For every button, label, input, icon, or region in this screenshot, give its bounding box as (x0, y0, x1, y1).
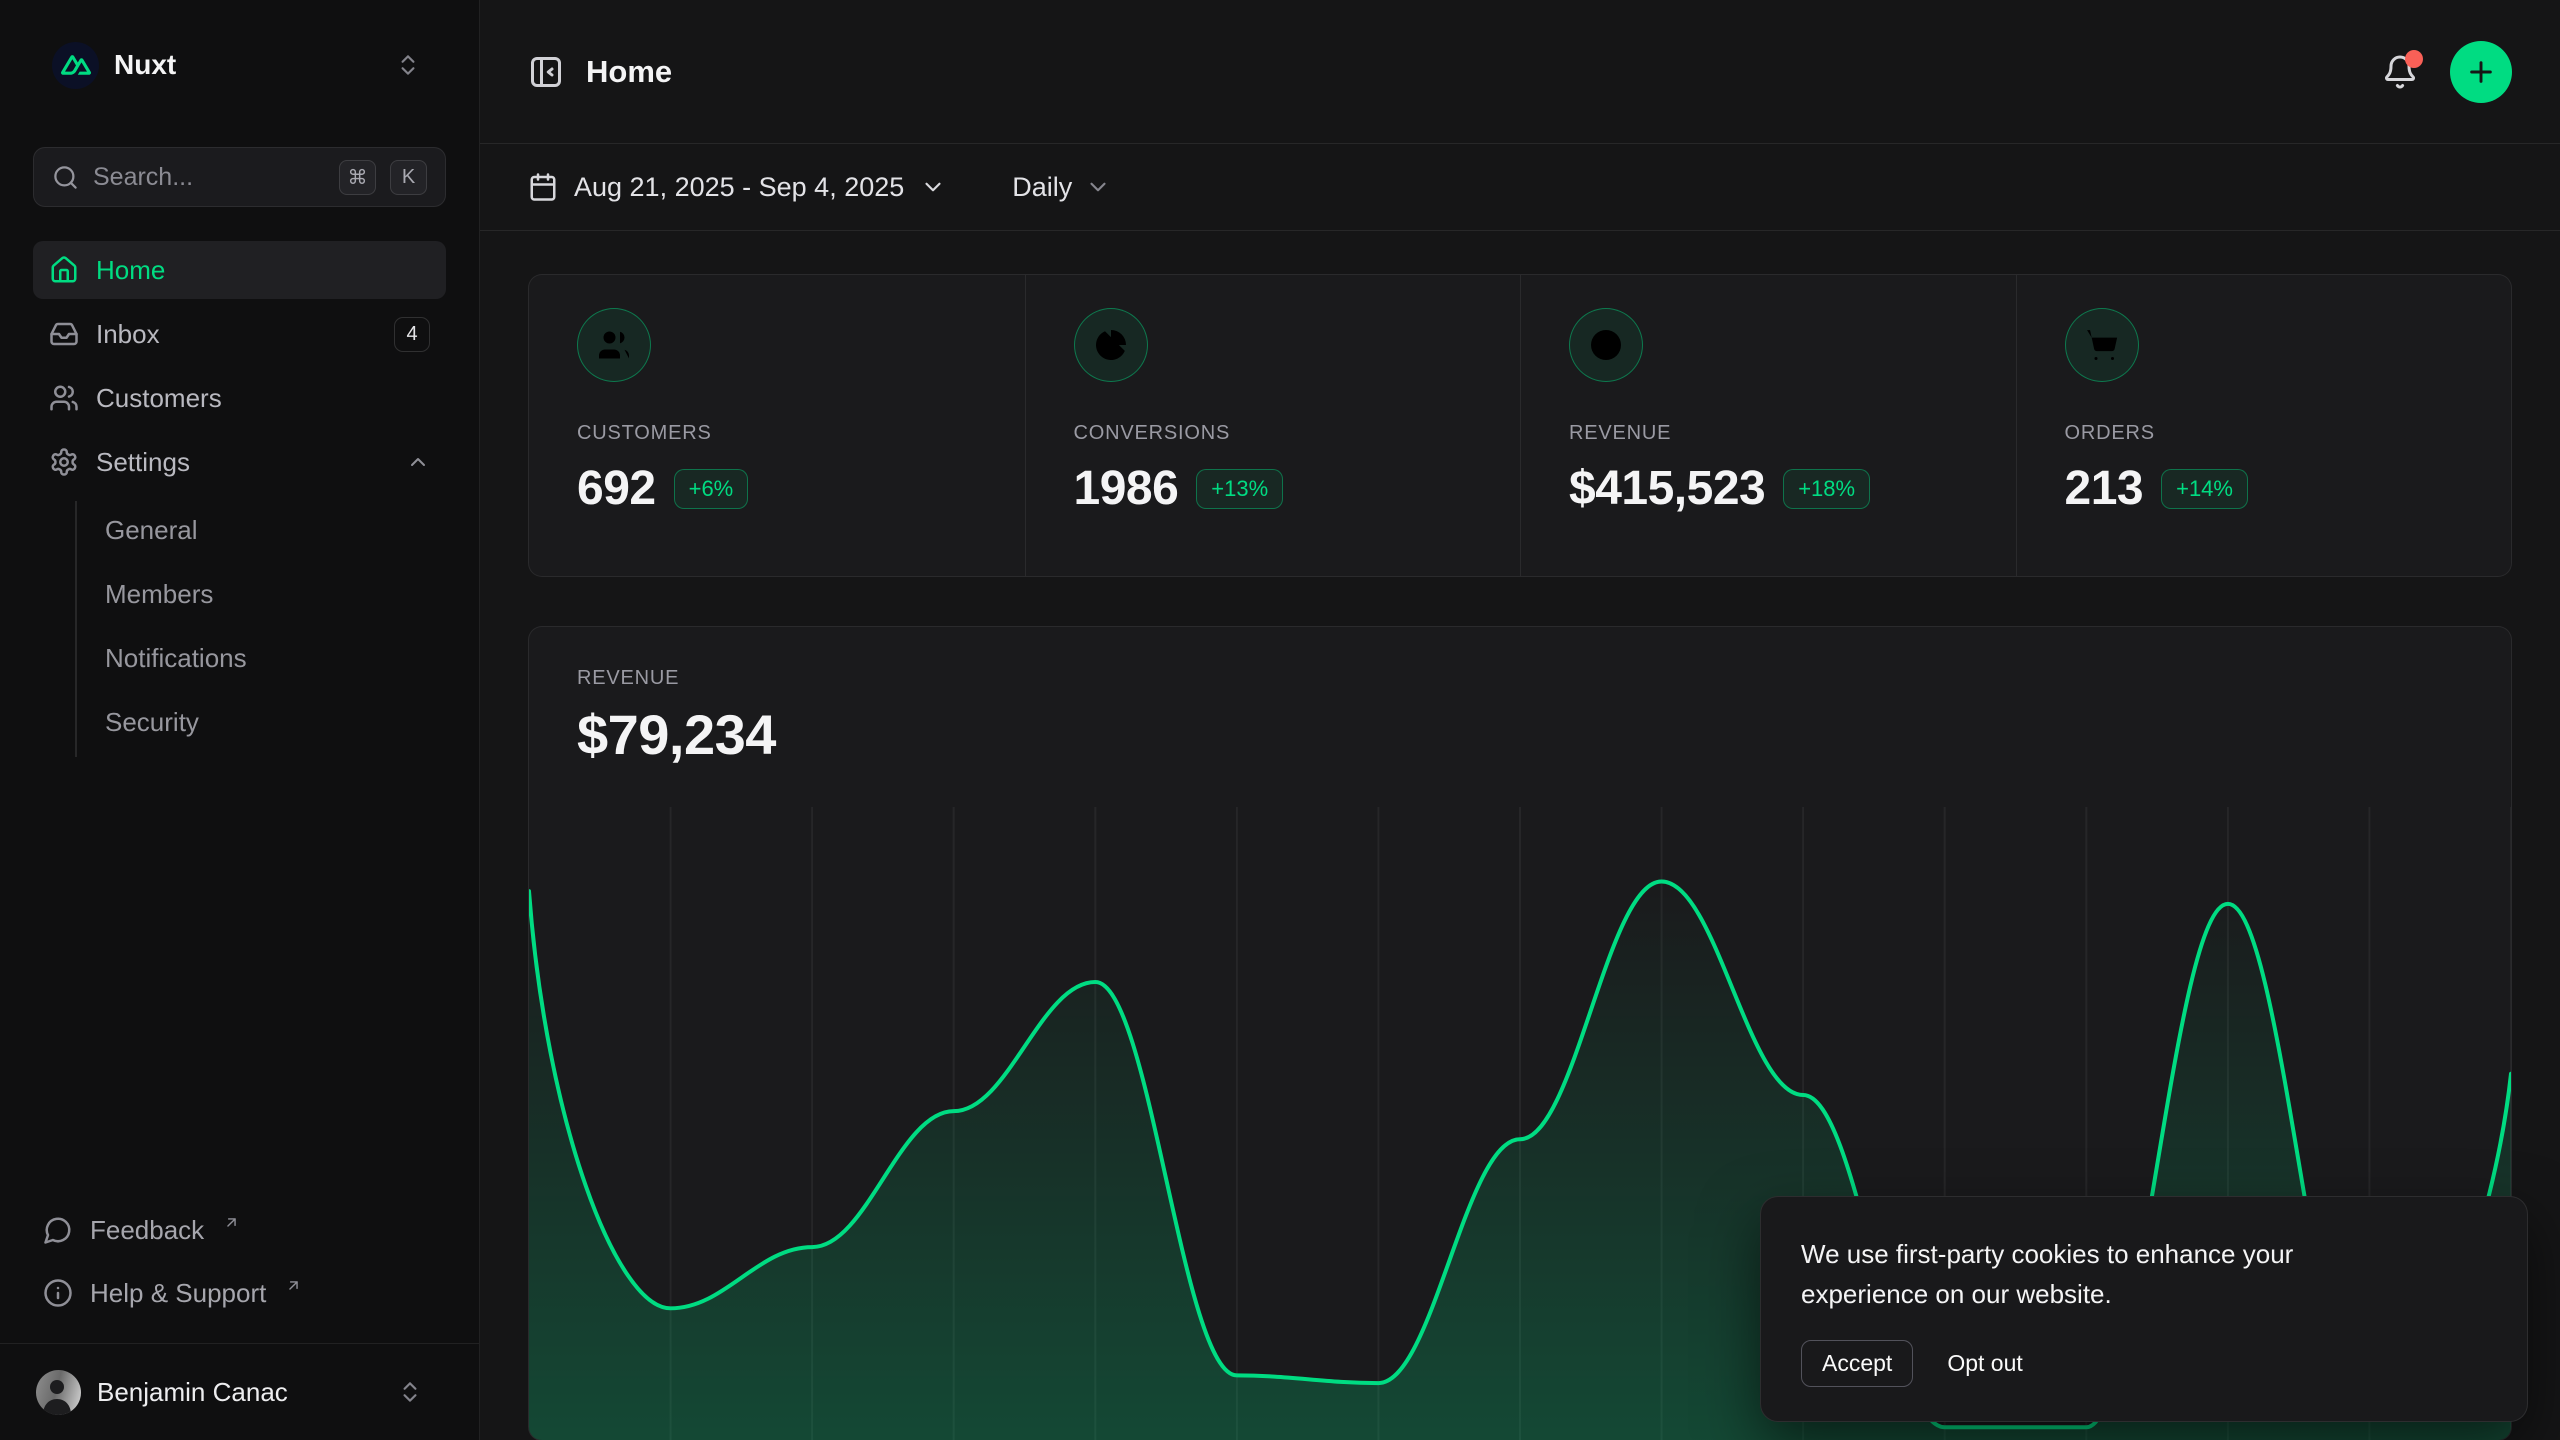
stat-orders[interactable]: ORDERS 213 +14% (2016, 275, 2512, 576)
sidebar-subitem-label: Notifications (105, 643, 247, 674)
topbar-right (2380, 41, 2512, 103)
stat-value: 213 (2065, 461, 2144, 516)
stat-delta-badge: +14% (2161, 469, 2248, 509)
stat-value: $415,523 (1569, 461, 1765, 516)
notifications-bell-button[interactable] (2380, 52, 2420, 92)
revenue-chart-header: REVENUE $79,234 (529, 627, 2511, 767)
stat-revenue[interactable]: REVENUE $415,523 +18% (1520, 275, 2016, 576)
sidebar-footer: Feedback Help & Support (33, 1201, 446, 1327)
notification-dot (2405, 50, 2423, 68)
circle-dollar-icon (1569, 308, 1643, 382)
stat-label: CONVERSIONS (1074, 422, 1473, 445)
stat-delta-badge: +13% (1196, 469, 1283, 509)
feedback-label: Feedback (90, 1215, 204, 1246)
user-name: Benjamin Canac (97, 1377, 381, 1408)
chevrons-up-down-icon (397, 1379, 423, 1405)
revenue-chart-label: REVENUE (577, 667, 2463, 689)
settings-submenu: General Members Notifications Security (75, 501, 446, 757)
toolbar: Aug 21, 2025 - Sep 4, 2025 Daily (480, 144, 2560, 231)
user-menu[interactable]: Benjamin Canac (0, 1343, 479, 1440)
stats-card: CUSTOMERS 692 +6% CONVERSIONS 1986 +13% (528, 274, 2512, 577)
sidebar-subitem-label: Security (105, 707, 199, 738)
sidebar-item-label: Home (96, 255, 430, 286)
stat-delta-badge: +18% (1783, 469, 1870, 509)
chevron-down-icon (1085, 174, 1111, 200)
help-support-link[interactable]: Help & Support (33, 1264, 446, 1322)
sidebar-subitem-label: General (105, 515, 198, 546)
date-range-picker[interactable]: Aug 21, 2025 - Sep 4, 2025 (528, 172, 946, 203)
opt-out-button[interactable]: Opt out (1941, 1341, 2028, 1386)
sidebar-subitem-label: Members (105, 579, 213, 610)
revenue-chart-value: $79,234 (577, 703, 2463, 767)
add-button[interactable] (2450, 41, 2512, 103)
home-icon (49, 255, 79, 285)
kbd-k-key: K (390, 160, 427, 195)
stat-conversions[interactable]: CONVERSIONS 1986 +13% (1025, 275, 1521, 576)
sidebar-subitem-general[interactable]: General (77, 501, 446, 559)
shopping-cart-icon (2065, 308, 2139, 382)
calendar-icon (528, 172, 558, 202)
info-icon (43, 1278, 73, 1308)
stat-label: CUSTOMERS (577, 422, 977, 445)
stat-label: ORDERS (2065, 422, 2464, 445)
date-range-value: Aug 21, 2025 - Sep 4, 2025 (574, 172, 904, 203)
external-link-icon (223, 1214, 240, 1231)
settings-gear-icon (49, 447, 79, 477)
stat-delta-badge: +6% (674, 469, 749, 509)
sidebar-item-inbox[interactable]: Inbox 4 (33, 305, 446, 363)
search-icon (52, 164, 79, 191)
sidebar-subitem-members[interactable]: Members (77, 565, 446, 623)
topbar-left: Home (528, 54, 672, 90)
chevron-up-icon (406, 450, 430, 474)
avatar (36, 1370, 81, 1415)
help-support-label: Help & Support (90, 1278, 266, 1309)
granularity-value: Daily (1012, 172, 1072, 203)
feedback-link[interactable]: Feedback (33, 1201, 446, 1259)
inbox-icon (49, 319, 79, 349)
chevron-down-icon (920, 174, 946, 200)
nuxt-logo (52, 42, 99, 89)
sidebar-item-settings[interactable]: Settings (33, 433, 446, 491)
sidebar-item-label: Inbox (96, 319, 377, 350)
accept-button[interactable]: Accept (1801, 1340, 1913, 1387)
workspace-switcher[interactable]: Nuxt (0, 0, 479, 130)
sidebar-nav: Home Inbox 4 Customers Settings (33, 241, 446, 763)
plus-icon (2465, 56, 2497, 88)
search-input[interactable] (93, 163, 325, 192)
granularity-select[interactable]: Daily (1012, 172, 1111, 203)
users-icon (49, 383, 79, 413)
sidebar-subitem-security[interactable]: Security (77, 693, 446, 751)
stat-label: REVENUE (1569, 422, 1968, 445)
cookie-banner: We use first-party cookies to enhance yo… (1760, 1196, 2528, 1422)
workspace-name: Nuxt (114, 49, 380, 81)
users-icon (577, 308, 651, 382)
sidebar-item-home[interactable]: Home (33, 241, 446, 299)
stat-value: 1986 (1074, 461, 1179, 516)
sidebar-item-label: Settings (96, 447, 389, 478)
sidebar-collapse-icon[interactable] (528, 54, 564, 90)
stat-value: 692 (577, 461, 656, 516)
sidebar-subitem-notifications[interactable]: Notifications (77, 629, 446, 687)
page-title: Home (586, 54, 672, 90)
search-box[interactable]: ⌘ K (33, 147, 446, 207)
message-circle-icon (43, 1215, 73, 1245)
pie-chart-icon (1074, 308, 1148, 382)
cookie-message: We use first-party cookies to enhance yo… (1801, 1234, 2401, 1314)
stat-customers[interactable]: CUSTOMERS 692 +6% (529, 275, 1025, 576)
sidebar-item-label: Customers (96, 383, 430, 414)
cookie-actions: Accept Opt out (1801, 1340, 2487, 1387)
sidebar-item-customers[interactable]: Customers (33, 369, 446, 427)
topbar: Home (480, 0, 2560, 144)
chevrons-up-down-icon (395, 52, 421, 78)
kbd-meta-key: ⌘ (339, 160, 376, 195)
external-link-icon (285, 1277, 302, 1294)
sidebar: Nuxt ⌘ K Home Inb (0, 0, 480, 1440)
inbox-count-badge: 4 (394, 317, 430, 352)
